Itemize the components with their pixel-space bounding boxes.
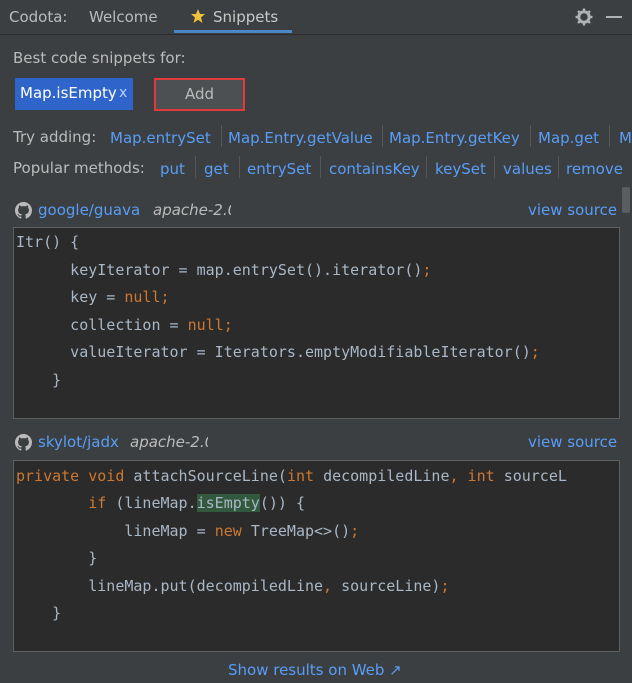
suggestion-link[interactable]: Map.get [538,129,599,147]
app-label: Codota: [9,8,68,26]
method-link[interactable]: entrySet [247,160,311,178]
code-line: lineMap.put(decompiledLine, sourceLine); [16,577,450,595]
license-label: apache-2.0 [153,201,231,219]
show-results-web-link[interactable]: Show results on Web ↗ [228,661,402,679]
code-line: if (lineMap.isEmpty()) { [88,494,305,512]
scrollbar-track[interactable] [620,185,632,683]
add-button[interactable]: Add [154,78,245,111]
code-line: } [16,549,98,567]
remove-chip-icon[interactable]: x [119,85,127,101]
code-line: valueIterator = Iterators.emptyModifiabl… [16,343,540,361]
tab-snippets[interactable]: Snippets [213,8,278,26]
scrollbar-thumb[interactable] [622,187,630,213]
code-line: lineMap = new TreeMap<>(); [16,522,360,540]
license-label: apache-2.0 [130,433,208,451]
method-link[interactable]: remove [566,160,623,178]
view-source-link[interactable]: view source [528,433,617,451]
active-tab-indicator [174,30,292,33]
repo-link[interactable]: skylot/jadx [38,433,119,451]
code-snippet: private void attachSourceLine(int decomp… [13,460,620,652]
code-line: keyIterator = map.entrySet().iterator(); [16,261,432,279]
suggestion-link[interactable]: M [619,129,632,147]
repo-link[interactable]: google/guava [38,201,140,219]
snippets-heading: Best code snippets for: [13,49,186,67]
suggestion-link[interactable]: Map.entrySet [110,129,211,147]
method-link[interactable]: containsKey [329,160,420,178]
method-link[interactable]: put [160,160,185,178]
github-icon [15,202,32,219]
code-line: private void attachSourceLine(int decomp… [16,467,567,485]
highlighted-match: isEmpty [196,494,260,512]
github-icon [15,434,32,451]
popular-methods-label: Popular methods: [13,159,145,177]
query-chip-label: Map.isEmpty [20,84,117,102]
suggestion-link[interactable]: Map.Entry.getValue [228,129,373,147]
method-link[interactable]: get [204,160,229,178]
code-snippet: Itr() { keyIterator = map.entrySet().ite… [13,227,620,419]
code-line: collection = null; [16,316,233,334]
code-line: } [16,604,62,622]
method-link[interactable]: values [503,160,552,178]
code-line: } [16,371,62,389]
code-line: Itr() { [16,233,80,251]
method-link[interactable]: keySet [435,160,486,178]
gear-icon[interactable] [575,8,593,26]
minimize-icon[interactable] [606,16,622,18]
code-line: key = null; [16,288,170,306]
tab-welcome[interactable]: Welcome [89,8,158,26]
suggestion-link[interactable]: Map.Entry.getKey [389,129,520,147]
query-chip[interactable]: Map.isEmpty x [15,78,133,110]
try-adding-label: Try adding: [13,128,97,146]
star-icon [190,8,206,24]
view-source-link[interactable]: view source [528,201,617,219]
tab-bar: Codota: Welcome Snippets [0,0,632,35]
